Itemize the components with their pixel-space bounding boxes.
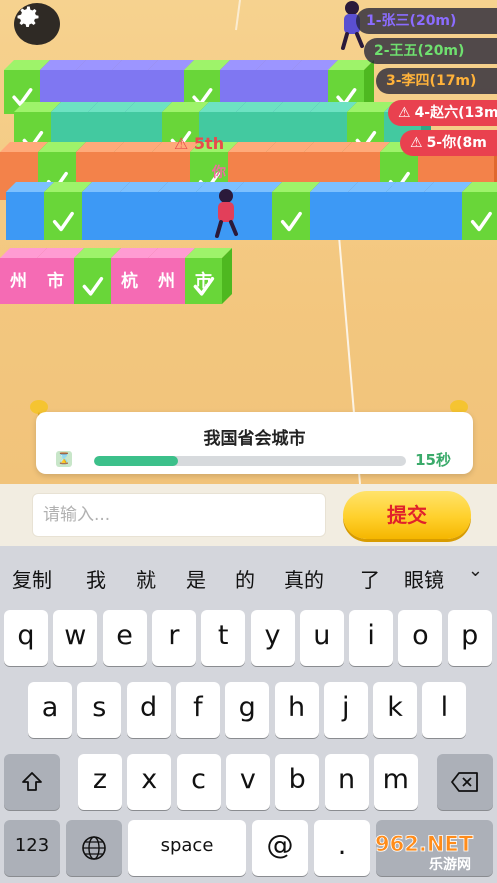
- key-i[interactable]: i: [349, 610, 394, 666]
- key-o[interactable]: o: [398, 610, 443, 666]
- globe-key[interactable]: [66, 820, 122, 876]
- key-p[interactable]: p: [447, 610, 492, 666]
- suggestion-item[interactable]: 真的: [284, 564, 324, 593]
- key-x[interactable]: x: [127, 754, 172, 810]
- suggestion-item[interactable]: 就: [136, 564, 156, 593]
- block-label: 市: [47, 271, 64, 292]
- block-label: 市: [195, 271, 212, 292]
- key-s[interactable]: s: [77, 682, 122, 738]
- key-q[interactable]: q: [4, 610, 48, 666]
- time-progress-bar: [94, 456, 406, 466]
- warning-icon: ⚠: [410, 135, 423, 151]
- globe-icon: [82, 836, 106, 860]
- warning-icon: ⚠: [174, 134, 189, 153]
- question-text: 我国省会城市: [203, 429, 306, 449]
- dot-key[interactable]: .: [314, 820, 370, 876]
- key-k[interactable]: k: [373, 682, 418, 738]
- hourglass-icon: ⌛: [56, 451, 72, 467]
- watermark-text: 962.NET: [375, 832, 474, 856]
- key-y[interactable]: y: [250, 610, 295, 666]
- key-u[interactable]: u: [299, 610, 344, 666]
- time-progress-fill: [94, 456, 179, 466]
- block-label: 杭: [121, 271, 138, 292]
- answer-bar: 提交: [0, 484, 497, 546]
- key-d[interactable]: d: [126, 682, 171, 738]
- leaderboard-entry-3: 3-李四(17m): [376, 68, 497, 94]
- question-board: 我国省会城市 ⌛ 15秒: [36, 412, 473, 474]
- key-t[interactable]: t: [201, 610, 246, 666]
- key-n[interactable]: n: [324, 754, 369, 810]
- key-h[interactable]: h: [274, 682, 319, 738]
- suggestion-item[interactable]: 眼镜: [404, 564, 444, 593]
- leaderboard-entry-5: ⚠ 5-你(8m: [400, 130, 497, 156]
- submit-button[interactable]: 提交: [343, 491, 471, 539]
- key-w[interactable]: w: [53, 610, 98, 666]
- suggestion-bar: 复制 我 就 是 的 真的 了 眼镜 ⌄: [0, 546, 497, 606]
- key-j[interactable]: j: [323, 682, 368, 738]
- key-g[interactable]: g: [225, 682, 270, 738]
- answer-input[interactable]: [32, 493, 326, 537]
- settings-button[interactable]: [14, 3, 60, 45]
- block-label: 州: [9, 272, 27, 292]
- leaderboard-entry-4: ⚠ 4-赵六(13m: [388, 100, 497, 126]
- key-v[interactable]: v: [225, 754, 270, 810]
- leaderboard-entry-2: 2-王五(20m): [364, 38, 497, 64]
- backspace-icon: [451, 772, 478, 792]
- shift-key[interactable]: [4, 754, 60, 810]
- suggestion-item[interactable]: 是: [186, 564, 206, 593]
- time-remaining: 15秒: [415, 451, 451, 469]
- warning-icon: ⚠: [398, 105, 411, 121]
- watermark-sub: 乐游网: [429, 856, 471, 873]
- space-key[interactable]: space: [128, 820, 246, 876]
- key-c[interactable]: c: [176, 754, 221, 810]
- at-key[interactable]: @: [252, 820, 308, 876]
- track-block-cleared: 市: [185, 248, 232, 304]
- leaderboard-entry-1: 1-张三(20m): [356, 8, 497, 34]
- backspace-key[interactable]: [437, 754, 493, 810]
- watermark-logo: 962.NET 乐游网: [371, 829, 489, 873]
- suggestion-item[interactable]: 的: [235, 564, 255, 593]
- key-f[interactable]: f: [175, 682, 220, 738]
- key-b[interactable]: b: [275, 754, 320, 810]
- suggestion-item[interactable]: 复制: [12, 564, 52, 593]
- gear-icon: [17, 6, 39, 28]
- player-name-label: 你: [212, 165, 226, 181]
- key-l[interactable]: l: [422, 682, 467, 738]
- suggestion-item[interactable]: 了: [360, 564, 380, 593]
- key-m[interactable]: m: [373, 754, 418, 810]
- key-e[interactable]: e: [102, 610, 147, 666]
- key-r[interactable]: r: [151, 610, 196, 666]
- key-a[interactable]: a: [28, 682, 72, 738]
- suggestion-item[interactable]: 我: [86, 564, 106, 593]
- numbers-key[interactable]: 123: [4, 820, 60, 876]
- key-z[interactable]: z: [78, 754, 122, 810]
- track-block-cleared: [462, 182, 497, 240]
- chevron-down-icon[interactable]: ⌄: [468, 560, 483, 581]
- block-label: 州: [157, 272, 175, 292]
- player-rank-indicator: ⚠ 5th: [174, 134, 225, 153]
- shift-icon: [22, 772, 42, 791]
- keyboard: 复制 我 就 是 的 真的 了 眼镜 ⌄ 123 space @ . 962.N…: [0, 546, 497, 883]
